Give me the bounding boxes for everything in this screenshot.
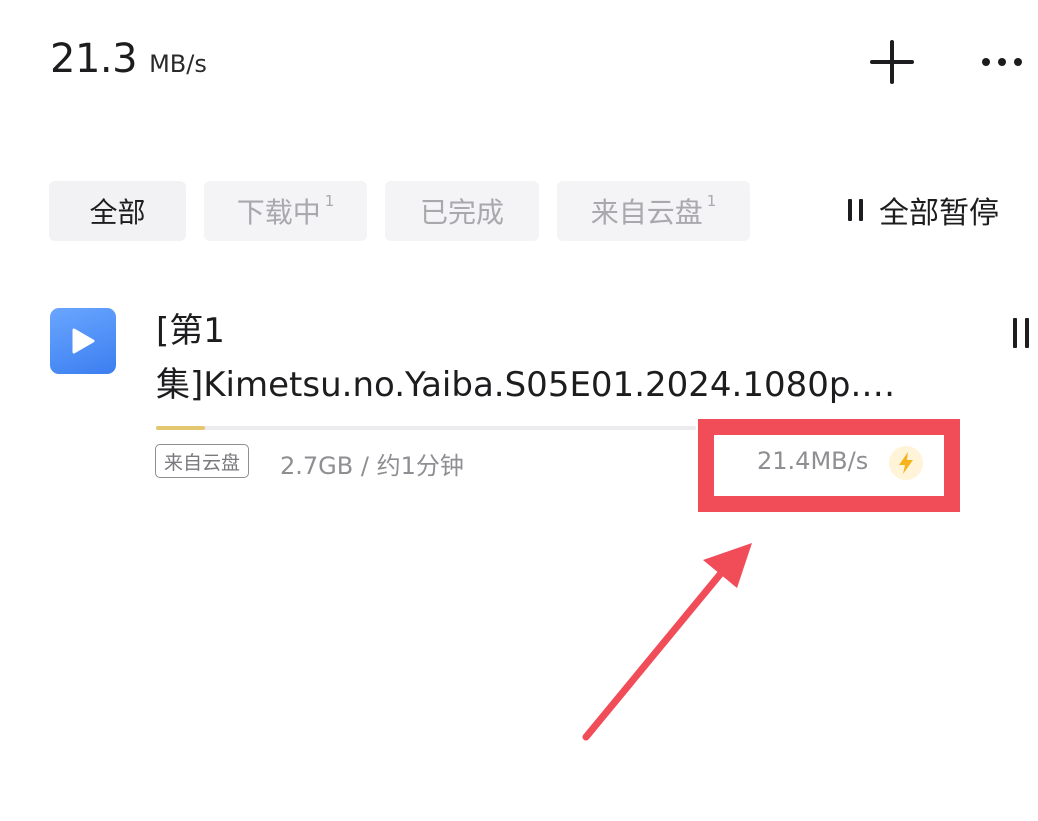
lightning-icon [889,446,923,480]
total-speed-value: 21.3 [50,36,138,82]
total-speed-unit: MB/s [149,50,207,78]
file-name: [第1 集]Kimetsu.no.Yaiba.S05E01.2024.1080p… [156,311,896,405]
total-speed: 21.3 MB/s [50,36,207,82]
source-badge: 来自云盘 [155,444,250,478]
item-pause-button[interactable] [1006,318,1036,354]
tab-downloading[interactable]: 下载中 1 [204,181,367,241]
tab-label: 下载中 [236,196,321,229]
download-item[interactable]: [第1 集]Kimetsu.no.Yaiba.S05E01.2024.1080p… [0,300,1038,512]
download-speed: 21.4MB/s [757,447,869,475]
tab-label: 已完成 [419,196,504,229]
size-eta: 2.7GB / 约1分钟 [280,452,464,480]
video-play-icon [50,308,116,374]
tab-label: 全部 [89,196,146,229]
add-button[interactable] [864,34,920,90]
tab-from-cloud[interactable]: 来自云盘 1 [557,181,750,241]
tab-completed[interactable]: 已完成 [385,181,539,241]
plus-icon [870,40,914,84]
pause-all-label: 全部暂停 [879,196,999,231]
progress-bar [156,426,696,430]
tab-count: 1 [324,192,335,210]
tab-all[interactable]: 全部 [49,181,186,241]
progress-fill [156,426,205,430]
more-button[interactable] [974,34,1030,90]
pause-icon [1013,318,1017,348]
pause-icon [848,199,863,221]
filter-tabs: 全部 下载中 1 已完成 来自云盘 1 [49,181,750,241]
more-dots-icon [982,58,1022,66]
pause-all-button[interactable]: 全部暂停 [848,188,999,232]
tab-label: 来自云盘 [590,196,703,229]
tab-count: 1 [706,192,717,210]
